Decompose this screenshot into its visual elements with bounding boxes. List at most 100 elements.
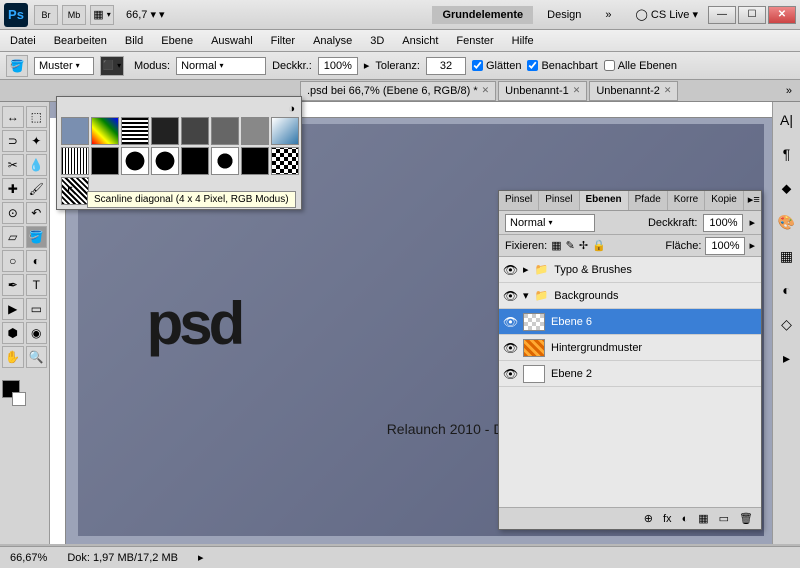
tab-korrekturen[interactable]: Korre: [668, 191, 705, 210]
layer-thumbnail[interactable]: [523, 365, 545, 383]
wand-tool[interactable]: ✦: [26, 130, 48, 152]
layer-item[interactable]: 👁 Hintergrundmuster: [499, 335, 761, 361]
close-icon[interactable]: ✕: [664, 85, 672, 96]
pattern-swatch[interactable]: [241, 117, 269, 145]
workspace-grundelemente[interactable]: Grundelemente: [432, 6, 533, 24]
pattern-swatch[interactable]: [241, 147, 269, 175]
tab-ebenen[interactable]: Ebenen: [580, 191, 629, 210]
layout-dropdown[interactable]: ▦: [90, 5, 114, 25]
layer-group[interactable]: 👁 ▾ 📁 Backgrounds: [499, 283, 761, 309]
pattern-swatch[interactable]: [121, 147, 149, 175]
crop-tool[interactable]: ✂: [2, 154, 24, 176]
type-panel-icon[interactable]: A|: [777, 110, 797, 130]
menu-auswahl[interactable]: Auswahl: [211, 35, 253, 47]
tab-kopie[interactable]: Kopie: [705, 191, 744, 210]
brush-tool[interactable]: 🖌: [26, 178, 48, 200]
close-button[interactable]: ✕: [768, 6, 796, 24]
layer-group[interactable]: 👁 ▸ 📁 Typo & Brushes: [499, 257, 761, 283]
pattern-swatch[interactable]: [151, 117, 179, 145]
minibridge-button[interactable]: Mb: [62, 5, 86, 25]
background-color[interactable]: [12, 392, 26, 406]
hand-tool[interactable]: ✋: [2, 346, 24, 368]
mask-icon[interactable]: ◐: [682, 513, 689, 525]
tab-overflow[interactable]: »: [778, 85, 800, 97]
menu-hilfe[interactable]: Hilfe: [512, 35, 534, 47]
menu-3d[interactable]: 3D: [370, 35, 384, 47]
menu-ebene[interactable]: Ebene: [161, 35, 193, 47]
lock-pixels-icon[interactable]: ✎: [566, 239, 575, 252]
eyedropper-tool[interactable]: 💧: [26, 154, 48, 176]
pattern-swatch[interactable]: [271, 147, 299, 175]
tab-pinsel[interactable]: Pinsel: [499, 191, 539, 210]
blur-tool[interactable]: ○: [2, 250, 24, 272]
layer-name[interactable]: Typo & Brushes: [554, 264, 632, 276]
tab-pinsel2[interactable]: Pinsel: [539, 191, 579, 210]
fx-icon[interactable]: fx: [663, 513, 672, 525]
visibility-icon[interactable]: 👁: [503, 341, 517, 355]
layer-name[interactable]: Ebene 6: [551, 316, 592, 328]
3d-tool[interactable]: ⬢: [2, 322, 24, 344]
pattern-swatch[interactable]: [181, 117, 209, 145]
paragraph-panel-icon[interactable]: ¶: [777, 144, 797, 164]
swatches-panel-icon[interactable]: ▦: [777, 246, 797, 266]
layer-name[interactable]: Ebene 2: [551, 368, 592, 380]
menu-ansicht[interactable]: Ansicht: [402, 35, 438, 47]
tab-pfade[interactable]: Pfade: [629, 191, 668, 210]
healing-tool[interactable]: ✚: [2, 178, 24, 200]
adjustment-icon[interactable]: ▦: [698, 512, 708, 525]
link-layers-icon[interactable]: ⊕: [644, 512, 653, 525]
menu-analyse[interactable]: Analyse: [313, 35, 352, 47]
menu-fenster[interactable]: Fenster: [456, 35, 493, 47]
tolerance-input[interactable]: 32: [426, 57, 466, 75]
doc-tab[interactable]: Unbenannt-2✕: [589, 81, 678, 101]
zoom-tool[interactable]: 🔍: [26, 346, 48, 368]
chevron-down-icon[interactable]: ▾: [523, 289, 529, 302]
pattern-swatch[interactable]: [211, 147, 239, 175]
layer-thumbnail[interactable]: [523, 313, 545, 331]
eraser-tool[interactable]: ▱: [2, 226, 24, 248]
pen-tool[interactable]: ✒: [2, 274, 24, 296]
panel-menu-icon[interactable]: ▸≡: [744, 191, 764, 210]
menu-datei[interactable]: Datei: [10, 35, 36, 47]
status-doc-size[interactable]: Dok: 1,97 MB/17,2 MB: [67, 552, 178, 564]
pattern-swatch[interactable]: [181, 147, 209, 175]
close-icon[interactable]: ✕: [573, 85, 581, 96]
lock-position-icon[interactable]: ✢: [579, 239, 588, 252]
bridge-button[interactable]: Br: [34, 5, 58, 25]
marquee-tool[interactable]: ⬚: [26, 106, 48, 128]
stamp-tool[interactable]: ⊙: [2, 202, 24, 224]
pattern-swatch[interactable]: [271, 117, 299, 145]
minimize-button[interactable]: —: [708, 6, 736, 24]
menu-bearbeiten[interactable]: Bearbeiten: [54, 35, 107, 47]
color-panel-icon[interactable]: 🎨: [777, 212, 797, 232]
pattern-menu-icon[interactable]: ◑: [61, 101, 297, 117]
pattern-swatch[interactable]: [61, 117, 89, 145]
visibility-icon[interactable]: 👁: [503, 289, 517, 303]
pattern-swatch[interactable]: [61, 147, 89, 175]
new-layer-icon[interactable]: ▭: [719, 512, 729, 525]
history-brush-tool[interactable]: ↶: [26, 202, 48, 224]
tool-preset[interactable]: 🪣: [6, 55, 28, 77]
close-icon[interactable]: ✕: [482, 85, 490, 96]
adjustments-panel-icon[interactable]: ◐: [777, 280, 797, 300]
visibility-icon[interactable]: 👁: [503, 315, 517, 329]
all-layers-checkbox[interactable]: Alle Ebenen: [604, 60, 677, 72]
path-select-tool[interactable]: ▶: [2, 298, 24, 320]
chevron-right-icon[interactable]: ▸: [523, 263, 529, 276]
maximize-button[interactable]: ☐: [738, 6, 766, 24]
layers-panel-icon[interactable]: ◇: [777, 314, 797, 334]
move-tool[interactable]: ↔: [2, 106, 24, 128]
doc-tab[interactable]: Unbenannt-1✕: [498, 81, 587, 101]
contiguous-checkbox[interactable]: Benachbart: [527, 60, 597, 72]
layer-fill-input[interactable]: 100%: [705, 237, 745, 255]
antialias-checkbox[interactable]: Glätten: [472, 60, 521, 72]
lasso-tool[interactable]: ⊃: [2, 130, 24, 152]
pattern-swatch[interactable]: [151, 147, 179, 175]
zoom-level[interactable]: 66,7 ▾ ▾: [126, 8, 165, 21]
lock-transparency-icon[interactable]: ▦: [551, 239, 561, 252]
layer-blend-mode[interactable]: Normal: [505, 214, 595, 232]
pattern-dropdown[interactable]: ⬛: [100, 56, 124, 76]
camera-tool[interactable]: ◉: [26, 322, 48, 344]
styles-panel-icon[interactable]: ⬥: [777, 178, 797, 198]
workspace-more[interactable]: »: [595, 6, 621, 24]
